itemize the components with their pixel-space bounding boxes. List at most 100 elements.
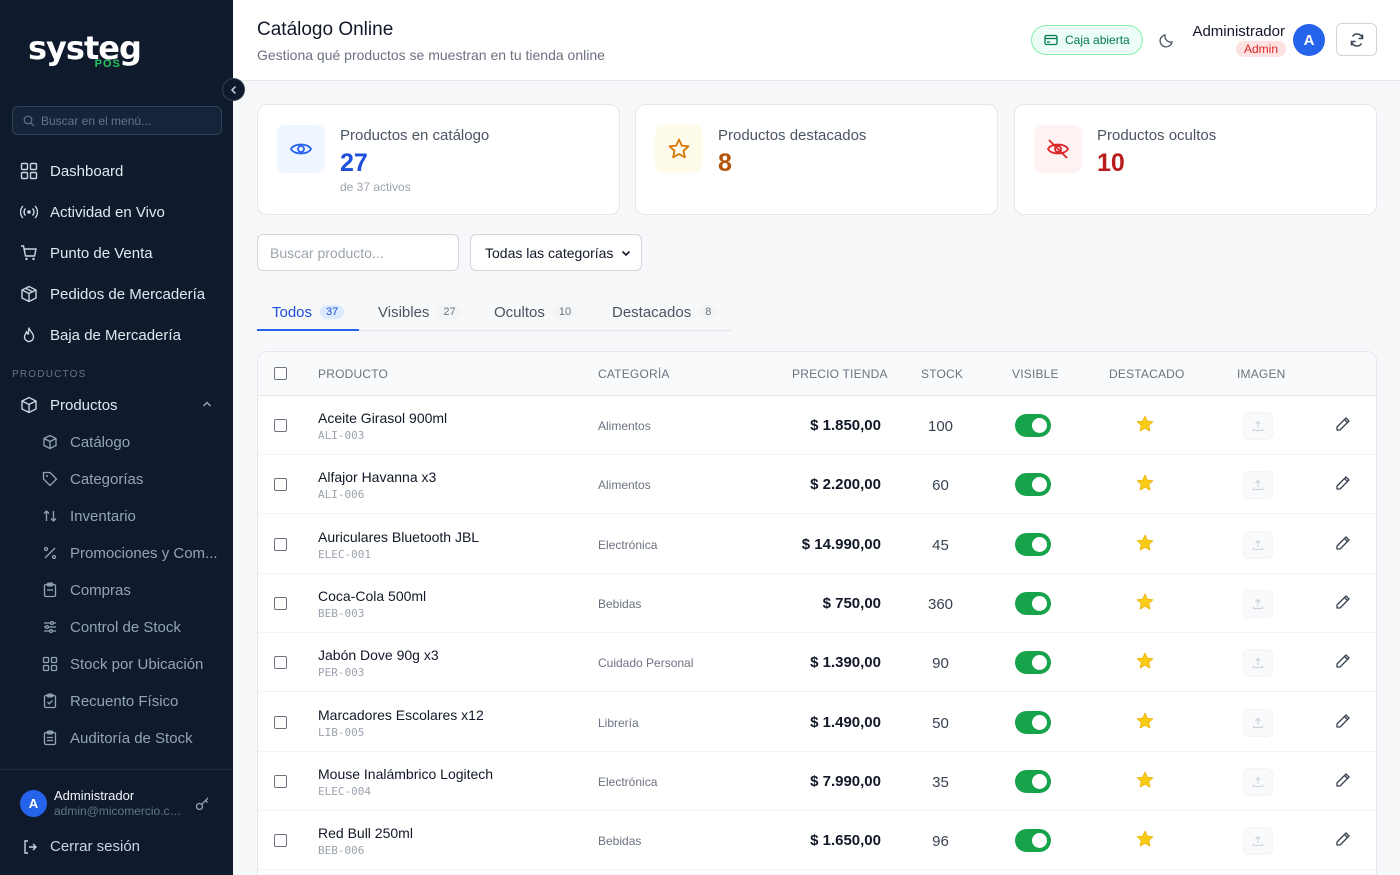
- sub-item-label: Inventario: [70, 507, 136, 525]
- logout-button[interactable]: Cerrar sesión: [22, 838, 140, 855]
- row-checkbox[interactable]: [274, 656, 287, 670]
- star-icon[interactable]: [1135, 592, 1155, 612]
- table-row[interactable]: Coca-Cola 500ml BEB-003 Bebidas $ 750,00…: [258, 574, 1376, 633]
- row-checkbox[interactable]: [274, 834, 287, 848]
- header-featured[interactable]: DESTACADO: [1109, 367, 1185, 381]
- nav-dashboard[interactable]: Dashboard: [20, 159, 123, 183]
- product-category: Bebidas: [598, 834, 642, 849]
- tab-visible[interactable]: Visibles 27: [378, 293, 462, 331]
- category-select[interactable]: Todas las categorías: [470, 234, 642, 271]
- clipboard-icon: [43, 582, 57, 598]
- tab-all[interactable]: Todos 37: [272, 293, 345, 331]
- collapse-sidebar-button[interactable]: [222, 78, 245, 101]
- moon-icon[interactable]: [1159, 32, 1175, 48]
- page-title: Catálogo Online: [257, 19, 394, 40]
- visible-toggle[interactable]: [1015, 532, 1051, 556]
- visible-toggle[interactable]: [1015, 829, 1051, 853]
- star-icon[interactable]: [1135, 414, 1155, 434]
- star-icon[interactable]: [1135, 770, 1155, 790]
- product-name: Auriculares Bluetooth JBL: [318, 528, 480, 545]
- star-icon[interactable]: [1135, 473, 1155, 493]
- select-all-checkbox[interactable]: [274, 367, 287, 380]
- sub-item-categories[interactable]: Categorías: [42, 468, 143, 490]
- tab-label: Todos: [272, 303, 313, 321]
- row-checkbox[interactable]: [274, 596, 287, 610]
- avatar[interactable]: A: [20, 790, 47, 817]
- product-price: $ 2.200,00: [810, 476, 881, 494]
- product-stock: 60: [932, 477, 949, 495]
- header-price[interactable]: PRECIO TIENDA: [792, 367, 888, 381]
- eye-off-icon: [1034, 125, 1082, 173]
- tab-hidden[interactable]: Ocultos 10: [494, 293, 578, 331]
- header-category[interactable]: CATEGORÍA: [598, 367, 670, 381]
- product-name: Aceite Girasol 900ml: [318, 410, 448, 426]
- visible-toggle[interactable]: [1015, 710, 1051, 734]
- row-checkbox[interactable]: [274, 774, 287, 788]
- header-product[interactable]: PRODUCTO: [318, 367, 388, 381]
- refresh-button[interactable]: [1336, 23, 1377, 56]
- upload-image-button[interactable]: [1243, 827, 1273, 856]
- pencil-icon[interactable]: [1335, 713, 1351, 729]
- pencil-icon[interactable]: [1335, 772, 1351, 788]
- pencil-icon[interactable]: [1335, 594, 1351, 610]
- cash-status-badge[interactable]: Caja abierta: [1031, 25, 1143, 55]
- visible-toggle[interactable]: [1015, 651, 1051, 675]
- upload-image-button[interactable]: [1243, 767, 1273, 796]
- menu-search[interactable]: [12, 106, 222, 135]
- upload-image-button[interactable]: [1243, 530, 1273, 559]
- pencil-icon[interactable]: [1335, 653, 1351, 669]
- header-stock[interactable]: STOCK: [921, 367, 963, 381]
- upload-image-button[interactable]: [1243, 589, 1273, 618]
- row-checkbox[interactable]: [274, 478, 287, 492]
- table-row[interactable]: Marcadores Escolares x12 LIB-005 Librerí…: [258, 693, 1376, 752]
- star-icon[interactable]: [1135, 533, 1155, 553]
- visible-toggle[interactable]: [1015, 473, 1051, 497]
- nav-live-activity[interactable]: Actividad en Vivo: [20, 200, 165, 224]
- upload-image-button[interactable]: [1243, 412, 1273, 440]
- pencil-icon[interactable]: [1335, 831, 1351, 847]
- product-search-input[interactable]: [257, 234, 459, 271]
- app-logo[interactable]: systeg POS: [28, 30, 142, 70]
- table-row[interactable]: Jabón Dove 90g x3 PER-003 Cuidado Person…: [258, 633, 1376, 693]
- star-icon[interactable]: [1135, 829, 1155, 849]
- sub-item-stock-audit[interactable]: Auditoría de Stock: [42, 727, 193, 749]
- upload-image-button[interactable]: [1243, 649, 1273, 678]
- sub-item-stock-control[interactable]: Control de Stock: [42, 616, 181, 638]
- pencil-icon[interactable]: [1335, 475, 1351, 491]
- key-icon[interactable]: [195, 796, 210, 811]
- nav-merchandise-orders[interactable]: Pedidos de Mercadería: [20, 282, 205, 306]
- header-visible[interactable]: VISIBLE: [1012, 367, 1059, 381]
- chevron-up-icon[interactable]: [200, 397, 214, 411]
- header-image[interactable]: IMAGEN: [1237, 367, 1286, 381]
- upload-image-button[interactable]: [1243, 471, 1273, 500]
- sub-item-inventory[interactable]: Inventario: [42, 505, 136, 527]
- sub-item-promotions[interactable]: Promociones y Com...: [42, 542, 218, 564]
- nav-point-of-sale[interactable]: Punto de Venta: [20, 241, 153, 265]
- nav-merchandise-write-off[interactable]: Baja de Mercadería: [20, 323, 181, 347]
- nav-products[interactable]: Productos: [20, 393, 118, 417]
- pencil-icon[interactable]: [1335, 416, 1351, 432]
- menu-search-input[interactable]: [41, 113, 211, 128]
- visible-toggle[interactable]: [1015, 591, 1051, 615]
- visible-toggle[interactable]: [1015, 769, 1051, 793]
- pencil-icon[interactable]: [1335, 535, 1351, 551]
- table-row[interactable]: Auriculares Bluetooth JBL ELEC-001 Elect…: [258, 515, 1376, 574]
- visible-toggle[interactable]: [1015, 414, 1051, 437]
- sub-item-stock-by-location[interactable]: Stock por Ubicación: [42, 653, 203, 675]
- row-checkbox[interactable]: [274, 419, 287, 432]
- row-checkbox[interactable]: [274, 715, 287, 729]
- star-icon[interactable]: [1135, 651, 1155, 671]
- table-row[interactable]: Mouse Inalámbrico Logitech ELEC-004 Elec…: [258, 752, 1376, 811]
- upload-image-button[interactable]: [1243, 708, 1273, 737]
- row-checkbox[interactable]: [274, 537, 287, 551]
- sub-item-catalog[interactable]: Catálogo: [42, 431, 130, 453]
- tab-featured[interactable]: Destacados 8: [612, 293, 718, 331]
- table-row[interactable]: Red Bull 250ml BEB-006 Bebidas $ 1.650,0…: [258, 811, 1376, 871]
- table-row[interactable]: Aceite Girasol 900ml ALI-003 Alimentos $…: [258, 396, 1376, 455]
- product-sku: ALI-003: [318, 429, 365, 442]
- sub-item-purchases[interactable]: Compras: [42, 579, 131, 601]
- table-row[interactable]: Alfajor Havanna x3 ALI-006 Alimentos $ 2…: [258, 455, 1376, 515]
- sub-item-physical-count[interactable]: Recuento Físico: [42, 690, 178, 712]
- star-icon[interactable]: [1135, 711, 1155, 731]
- header-avatar[interactable]: A: [1293, 24, 1325, 56]
